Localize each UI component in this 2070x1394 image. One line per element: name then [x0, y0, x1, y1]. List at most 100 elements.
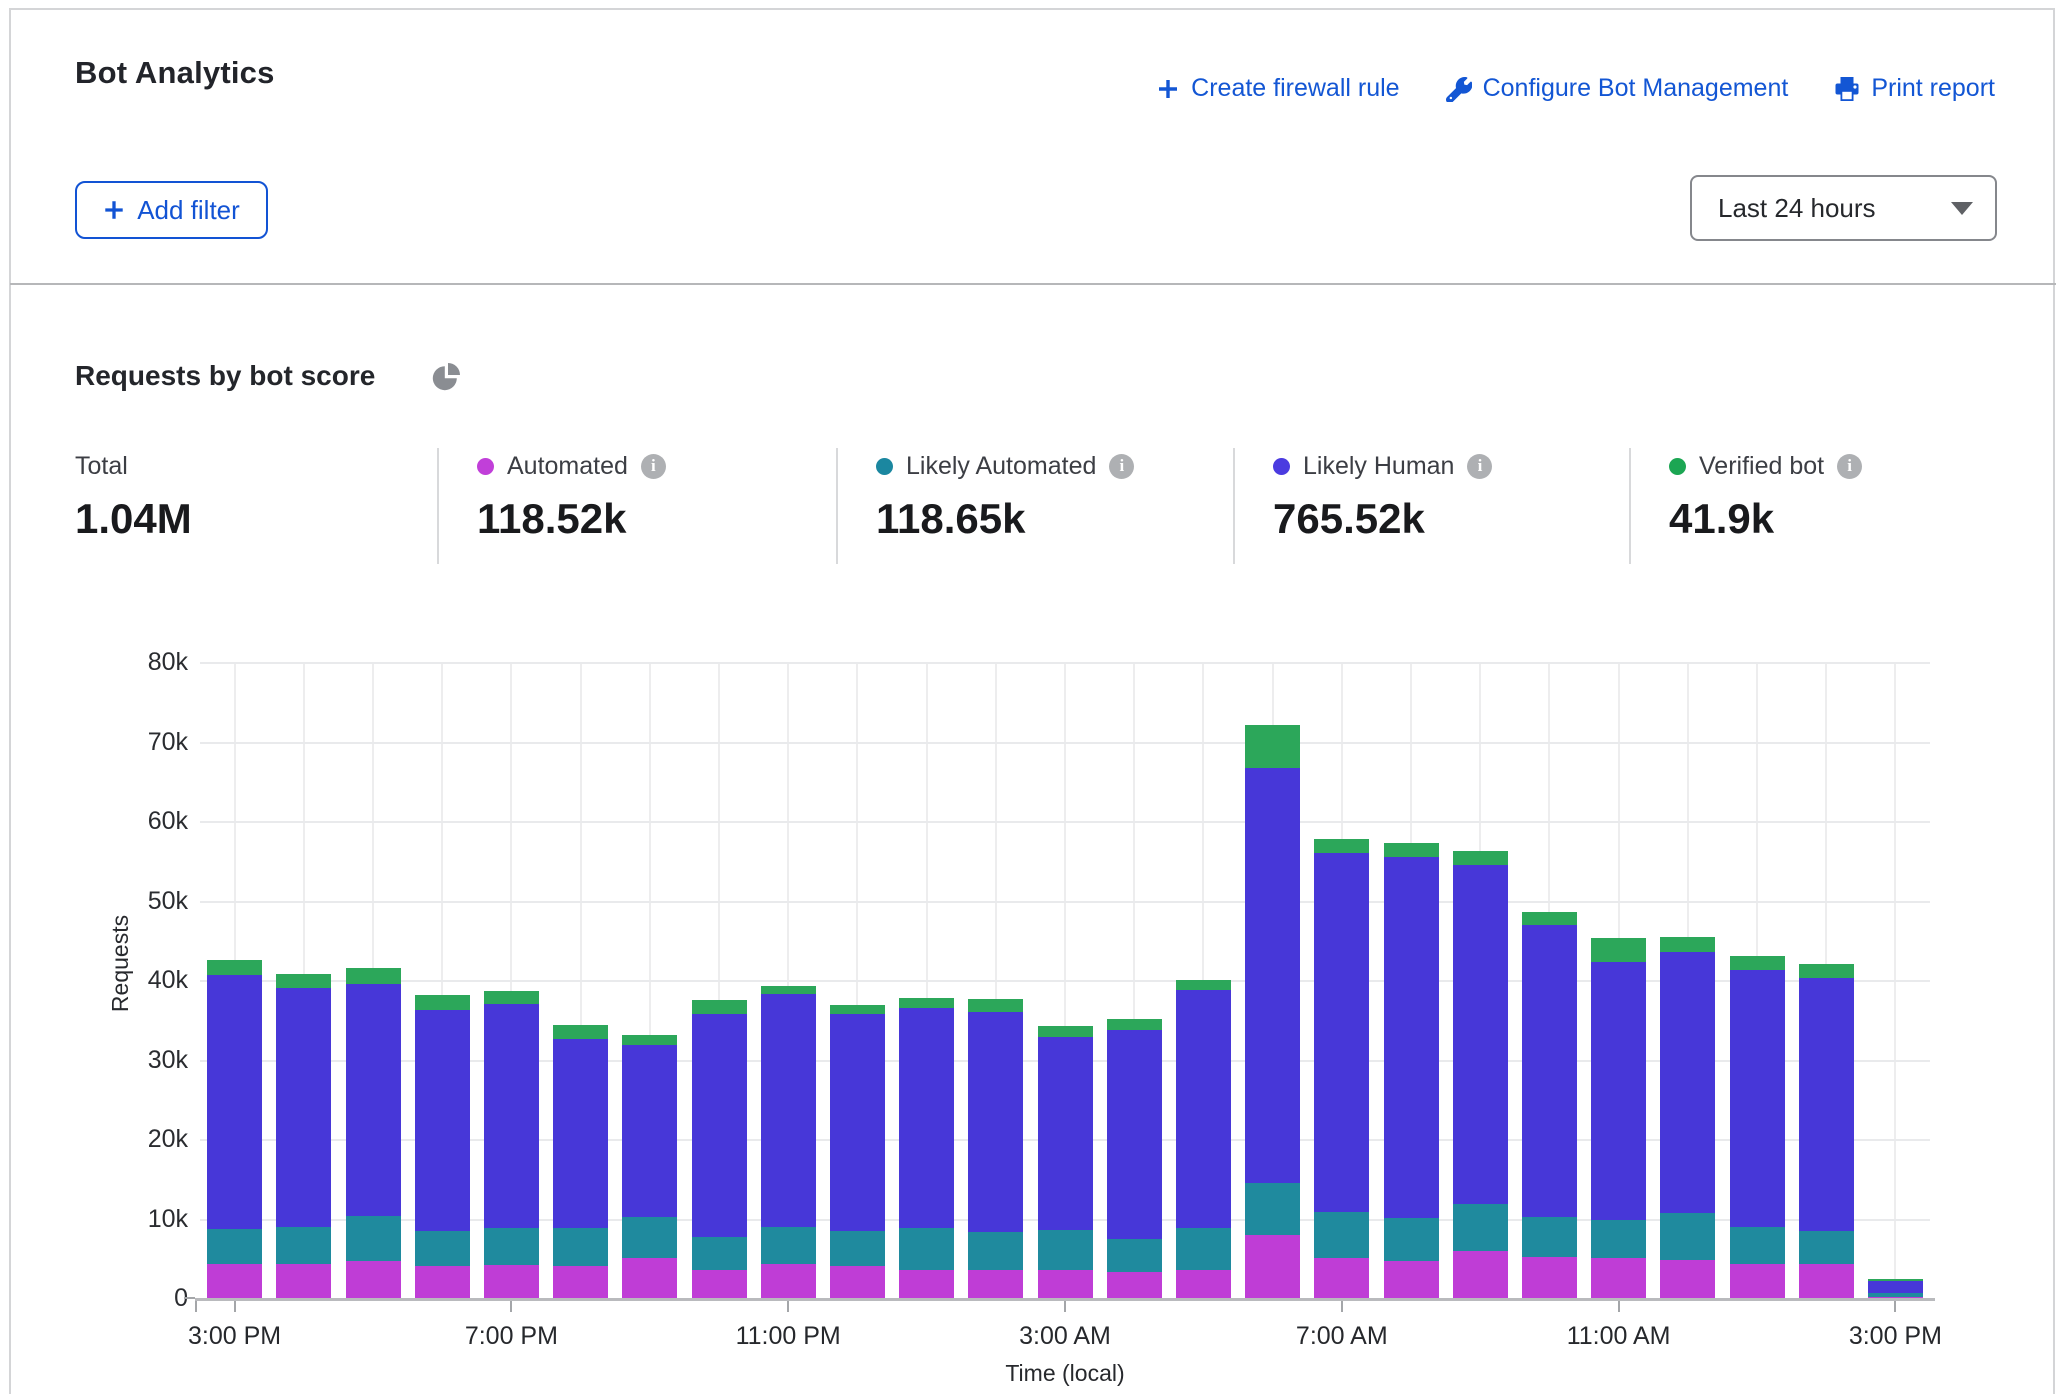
bar-9-00-pm[interactable] [622, 663, 677, 1299]
bar-segment-likely-automated [484, 1228, 539, 1265]
bar-segment-likely-human [484, 1004, 539, 1228]
stat-header: Likely Humani [1273, 450, 1492, 482]
bar-12-00-am[interactable] [830, 663, 885, 1299]
bar-2-00-pm[interactable] [1799, 663, 1854, 1299]
configure-bot-management-link[interactable]: Configure Bot Management [1446, 74, 1789, 103]
bar-segment-likely-human [1522, 925, 1577, 1217]
bar-2-00-am[interactable] [968, 663, 1023, 1299]
bar-segment-likely-automated [276, 1227, 331, 1264]
bar-segment-likely-human [346, 984, 401, 1215]
time-range-value: Last 24 hours [1718, 193, 1951, 224]
bar-segment-verified-bot [1314, 839, 1369, 853]
bar-6-00-am[interactable] [1245, 663, 1300, 1299]
bar-segment-automated [1522, 1257, 1577, 1299]
bar-segment-automated [1591, 1258, 1646, 1299]
bar-8-00-pm[interactable] [553, 663, 608, 1299]
bar-1-00-pm[interactable] [1730, 663, 1785, 1299]
x-tick-label: 3:00 AM [985, 1322, 1145, 1351]
bar-segment-likely-human [1730, 970, 1785, 1228]
stat-label: Likely Automated [906, 452, 1096, 481]
bar-segment-verified-bot [346, 968, 401, 985]
stat-value: 1.04M [75, 495, 192, 543]
bar-1-00-am[interactable] [899, 663, 954, 1299]
bar-5-00-am[interactable] [1176, 663, 1231, 1299]
x-tick-label: 7:00 PM [431, 1322, 591, 1351]
info-icon[interactable]: i [641, 454, 666, 479]
x-tick-label: 7:00 AM [1262, 1322, 1422, 1351]
info-icon[interactable]: i [1109, 454, 1134, 479]
bar-6-00-pm[interactable] [415, 663, 470, 1299]
bar-segment-likely-human [692, 1014, 747, 1237]
bar-7-00-pm[interactable] [484, 663, 539, 1299]
bar-segment-likely-human [1453, 865, 1508, 1204]
x-tick-mark [234, 1301, 236, 1312]
x-axis-start-tick [195, 1301, 197, 1312]
bar-segment-likely-human [1660, 952, 1715, 1214]
bar-segment-likely-automated [968, 1232, 1023, 1269]
y-tick-label: 30k [98, 1046, 188, 1075]
bar-4-00-am[interactable] [1107, 663, 1162, 1299]
x-axis-title: Time (local) [985, 1360, 1145, 1387]
bar-segment-likely-automated [1176, 1228, 1231, 1270]
stat-automated: Automatedi118.52k [477, 450, 666, 543]
bar-segment-verified-bot [1868, 1279, 1923, 1281]
bar-segment-likely-automated [415, 1231, 470, 1266]
bar-3-00-pm[interactable] [207, 663, 262, 1299]
stat-header: Likely Automated i [876, 450, 1134, 482]
bar-segment-automated [1799, 1264, 1854, 1299]
bar-segment-automated [207, 1264, 262, 1299]
action-label: Print report [1871, 74, 1995, 103]
add-filter-label: Add filter [137, 195, 240, 226]
info-icon[interactable]: i [1467, 454, 1492, 479]
bar-segment-likely-human [1868, 1281, 1923, 1294]
bar-3-00-am[interactable] [1038, 663, 1093, 1299]
bar-segment-verified-bot [207, 960, 262, 976]
bar-segment-likely-human [553, 1039, 608, 1228]
bar-segment-likely-automated [1522, 1217, 1577, 1257]
create-firewall-rule-link[interactable]: Create firewall rule [1156, 74, 1399, 103]
bar-4-00-pm[interactable] [276, 663, 331, 1299]
bar-9-00-am[interactable] [1453, 663, 1508, 1299]
stat-separator [437, 448, 439, 564]
bar-segment-automated [1107, 1272, 1162, 1299]
bar-segment-verified-bot [1038, 1026, 1093, 1036]
header-divider [10, 283, 2056, 285]
section-title: Requests by bot score [75, 360, 375, 392]
y-tick-label: 0 [98, 1284, 188, 1313]
info-icon[interactable]: i [1837, 454, 1862, 479]
pie-chart-icon [432, 363, 460, 396]
bar-segment-automated [1660, 1260, 1715, 1299]
bar-segment-verified-bot [1730, 956, 1785, 970]
stat-label: Total [75, 452, 128, 481]
bar-segment-likely-human [830, 1014, 885, 1230]
time-range-select[interactable]: Last 24 hours [1690, 175, 1997, 241]
bar-segment-verified-bot [968, 999, 1023, 1013]
bar-segment-likely-automated [1384, 1218, 1439, 1261]
bar-10-00-pm[interactable] [692, 663, 747, 1299]
legend-dot-likely-automated [876, 458, 893, 475]
bar-12-00-pm[interactable] [1660, 663, 1715, 1299]
bar-segment-likely-automated [830, 1231, 885, 1266]
print-report-link[interactable]: Print report [1834, 74, 1995, 103]
action-label: Create firewall rule [1191, 74, 1399, 103]
bar-segment-automated [1453, 1251, 1508, 1299]
bar-3-00-pm[interactable] [1868, 663, 1923, 1299]
bar-segment-automated [484, 1265, 539, 1299]
bar-11-00-am[interactable] [1591, 663, 1646, 1299]
legend-dot-automated [477, 458, 494, 475]
bar-7-00-am[interactable] [1314, 663, 1369, 1299]
add-filter-button[interactable]: Add filter [75, 181, 268, 239]
page-title: Bot Analytics [75, 55, 275, 91]
bar-10-00-am[interactable] [1522, 663, 1577, 1299]
bar-5-00-pm[interactable] [346, 663, 401, 1299]
y-axis-zero-tick [184, 1297, 195, 1299]
bar-11-00-pm[interactable] [761, 663, 816, 1299]
bar-segment-likely-human [899, 1008, 954, 1228]
bar-segment-likely-automated [1799, 1231, 1854, 1264]
stat-value: 118.52k [477, 495, 666, 543]
x-tick-mark [1894, 1301, 1896, 1312]
y-tick-label: 80k [98, 648, 188, 677]
bar-segment-likely-human [968, 1012, 1023, 1232]
bar-8-00-am[interactable] [1384, 663, 1439, 1299]
bar-segment-automated [899, 1270, 954, 1299]
